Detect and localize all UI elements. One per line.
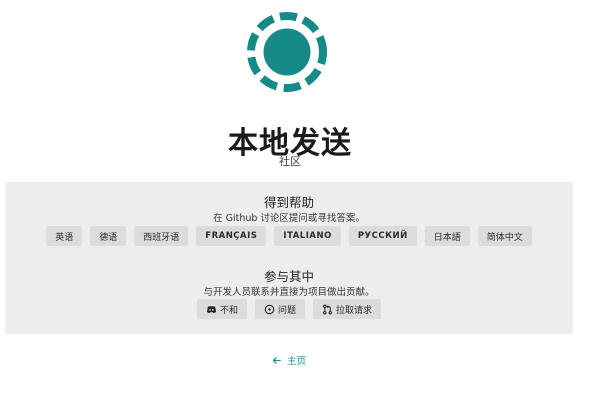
back-home-link[interactable]: 主页 <box>272 353 306 367</box>
back-home-label: 主页 <box>287 356 307 367</box>
arrow-left-icon <box>272 356 281 364</box>
lang-button-french[interactable]: FRANÇAIS <box>196 226 267 246</box>
pull-request-button[interactable]: 拉取请求 <box>313 299 382 319</box>
contribute-button-row: 不和 问题 拉取请求 <box>5 299 573 319</box>
discord-button[interactable]: 不和 <box>196 299 247 319</box>
localsend-logo-icon <box>247 11 327 92</box>
issues-button-label: 问题 <box>277 305 296 316</box>
lang-button-english[interactable]: 英语 <box>46 226 83 246</box>
contribute-section-title: 参与其中 <box>263 269 314 284</box>
community-page: 本地发送 社区 得到帮助 在 Github 讨论区提问或寻找答案。 英语 德语 … <box>0 0 600 400</box>
issues-button[interactable]: 问题 <box>254 299 305 319</box>
contribute-section-description: 与开发人员联系并直接为项目做出贡献。 <box>203 287 375 298</box>
lang-button-simplified-chinese[interactable]: 简体中文 <box>477 226 532 246</box>
page-subtitle: 社区 <box>279 155 301 168</box>
pull-request-button-label: 拉取请求 <box>336 305 373 316</box>
pull-request-icon <box>322 304 333 315</box>
lang-button-spanish[interactable]: 西班牙语 <box>134 226 189 246</box>
lang-button-german[interactable]: 德语 <box>90 226 127 246</box>
lang-button-italian[interactable]: ITALIANO <box>274 226 341 246</box>
lang-button-japanese[interactable]: 日本語 <box>424 226 470 246</box>
help-section-description: 在 Github 讨论区提问或寻找答案。 <box>213 213 365 224</box>
community-panel: 得到帮助 在 Github 讨论区提问或寻找答案。 英语 德语 西班牙语 FRA… <box>5 182 573 334</box>
help-section-title: 得到帮助 <box>263 195 314 210</box>
issue-icon <box>264 304 275 315</box>
discord-icon <box>206 304 217 315</box>
discord-button-label: 不和 <box>219 305 238 316</box>
language-button-row: 英语 德语 西班牙语 FRANÇAIS ITALIANO РУССКИЙ 日本語… <box>5 226 573 246</box>
lang-button-russian[interactable]: РУССКИЙ <box>348 226 417 246</box>
